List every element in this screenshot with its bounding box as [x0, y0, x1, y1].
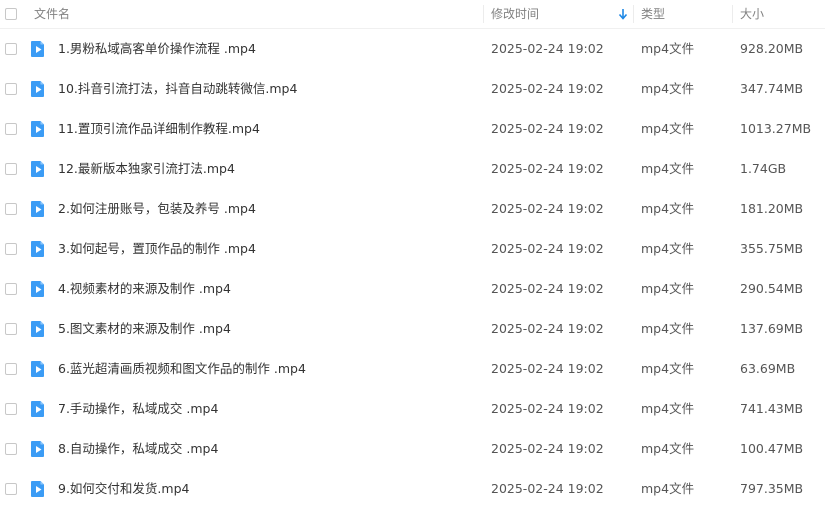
video-file-icon: [31, 281, 44, 297]
file-name[interactable]: 1.男粉私域高客单价操作流程 .mp4: [58, 29, 256, 69]
row-checkbox[interactable]: [5, 83, 17, 95]
select-all-checkbox[interactable]: [5, 8, 17, 20]
file-type: mp4文件: [641, 401, 695, 416]
video-file-icon: [31, 241, 44, 257]
file-name[interactable]: 6.蓝光超清画质视频和图文作品的制作 .mp4: [58, 349, 306, 389]
column-header-modified[interactable]: 修改时间: [491, 0, 539, 28]
file-modified-time: 2025-02-24 19:02: [491, 281, 604, 296]
file-row[interactable]: 5.图文素材的来源及制作 .mp4 2025-02-24 19:02 mp4文件…: [0, 309, 825, 349]
file-row[interactable]: 10.抖音引流打法，抖音自动跳转微信.mp4 2025-02-24 19:02 …: [0, 69, 825, 109]
file-row[interactable]: 1.男粉私域高客单价操作流程 .mp4 2025-02-24 19:02 mp4…: [0, 29, 825, 69]
sort-arrow-down-icon[interactable]: [618, 8, 628, 20]
file-name[interactable]: 9.如何交付和发货.mp4: [58, 469, 189, 509]
file-row[interactable]: 7.手动操作，私域成交 .mp4 2025-02-24 19:02 mp4文件 …: [0, 389, 825, 429]
file-row[interactable]: 6.蓝光超清画质视频和图文作品的制作 .mp4 2025-02-24 19:02…: [0, 349, 825, 389]
file-modified-time: 2025-02-24 19:02: [491, 481, 604, 496]
file-row[interactable]: 9.如何交付和发货.mp4 2025-02-24 19:02 mp4文件 797…: [0, 469, 825, 509]
row-checkbox[interactable]: [5, 163, 17, 175]
file-size: 797.35MB: [740, 481, 804, 496]
file-type: mp4文件: [641, 81, 695, 96]
row-checkbox[interactable]: [5, 243, 17, 255]
column-divider[interactable]: [732, 5, 733, 23]
file-type: mp4文件: [641, 121, 695, 136]
file-size: 100.47MB: [740, 441, 804, 456]
file-size: 1013.27MB: [740, 121, 812, 136]
column-divider[interactable]: [633, 5, 634, 23]
file-row[interactable]: 3.如何起号，置顶作品的制作 .mp4 2025-02-24 19:02 mp4…: [0, 229, 825, 269]
file-modified-time: 2025-02-24 19:02: [491, 161, 604, 176]
column-header-size[interactable]: 大小: [740, 0, 764, 28]
file-modified-time: 2025-02-24 19:02: [491, 361, 604, 376]
file-modified-time: 2025-02-24 19:02: [491, 81, 604, 96]
file-type: mp4文件: [641, 481, 695, 496]
column-header-name[interactable]: 文件名: [34, 0, 70, 28]
file-type: mp4文件: [641, 281, 695, 296]
file-name[interactable]: 12.最新版本独家引流打法.mp4: [58, 149, 235, 189]
file-name[interactable]: 8.自动操作，私域成交 .mp4: [58, 429, 218, 469]
video-file-icon: [31, 121, 44, 137]
file-modified-time: 2025-02-24 19:02: [491, 121, 604, 136]
file-name[interactable]: 4.视频素材的来源及制作 .mp4: [58, 269, 231, 309]
list-header: 文件名 修改时间 类型 大小: [0, 0, 825, 29]
video-file-icon: [31, 481, 44, 497]
file-name[interactable]: 10.抖音引流打法，抖音自动跳转微信.mp4: [58, 69, 297, 109]
file-list: 文件名 修改时间 类型 大小 1.男粉私域高客单价操作流程 .mp4 2025-…: [0, 0, 825, 509]
file-row[interactable]: 11.置顶引流作品详细制作教程.mp4 2025-02-24 19:02 mp4…: [0, 109, 825, 149]
file-row[interactable]: 2.如何注册账号，包装及养号 .mp4 2025-02-24 19:02 mp4…: [0, 189, 825, 229]
file-type: mp4文件: [641, 41, 695, 56]
file-name[interactable]: 11.置顶引流作品详细制作教程.mp4: [58, 109, 260, 149]
file-size: 290.54MB: [740, 281, 804, 296]
video-file-icon: [31, 81, 44, 97]
file-name[interactable]: 2.如何注册账号，包装及养号 .mp4: [58, 189, 256, 229]
file-modified-time: 2025-02-24 19:02: [491, 41, 604, 56]
file-name[interactable]: 3.如何起号，置顶作品的制作 .mp4: [58, 229, 256, 269]
video-file-icon: [31, 201, 44, 217]
file-name[interactable]: 5.图文素材的来源及制作 .mp4: [58, 309, 231, 349]
file-type: mp4文件: [641, 161, 695, 176]
file-size: 1.74GB: [740, 161, 787, 176]
file-size: 137.69MB: [740, 321, 804, 336]
row-checkbox[interactable]: [5, 403, 17, 415]
file-modified-time: 2025-02-24 19:02: [491, 441, 604, 456]
row-checkbox[interactable]: [5, 203, 17, 215]
file-type: mp4文件: [641, 441, 695, 456]
row-checkbox[interactable]: [5, 443, 17, 455]
video-file-icon: [31, 401, 44, 417]
video-file-icon: [31, 161, 44, 177]
column-divider[interactable]: [483, 5, 484, 23]
row-checkbox[interactable]: [5, 323, 17, 335]
row-checkbox[interactable]: [5, 363, 17, 375]
file-type: mp4文件: [641, 201, 695, 216]
file-size: 181.20MB: [740, 201, 804, 216]
file-type: mp4文件: [641, 241, 695, 256]
file-type: mp4文件: [641, 361, 695, 376]
file-name[interactable]: 7.手动操作，私域成交 .mp4: [58, 389, 218, 429]
video-file-icon: [31, 361, 44, 377]
file-modified-time: 2025-02-24 19:02: [491, 201, 604, 216]
file-size: 355.75MB: [740, 241, 804, 256]
file-modified-time: 2025-02-24 19:02: [491, 321, 604, 336]
column-header-type[interactable]: 类型: [641, 0, 665, 28]
file-size: 928.20MB: [740, 41, 804, 56]
row-checkbox[interactable]: [5, 123, 17, 135]
row-checkbox[interactable]: [5, 43, 17, 55]
file-modified-time: 2025-02-24 19:02: [491, 401, 604, 416]
file-rows: 1.男粉私域高客单价操作流程 .mp4 2025-02-24 19:02 mp4…: [0, 29, 825, 509]
video-file-icon: [31, 41, 44, 57]
file-size: 63.69MB: [740, 361, 796, 376]
row-checkbox[interactable]: [5, 283, 17, 295]
video-file-icon: [31, 441, 44, 457]
file-row[interactable]: 12.最新版本独家引流打法.mp4 2025-02-24 19:02 mp4文件…: [0, 149, 825, 189]
file-size: 741.43MB: [740, 401, 804, 416]
file-row[interactable]: 8.自动操作，私域成交 .mp4 2025-02-24 19:02 mp4文件 …: [0, 429, 825, 469]
file-row[interactable]: 4.视频素材的来源及制作 .mp4 2025-02-24 19:02 mp4文件…: [0, 269, 825, 309]
file-modified-time: 2025-02-24 19:02: [491, 241, 604, 256]
video-file-icon: [31, 321, 44, 337]
file-size: 347.74MB: [740, 81, 804, 96]
file-type: mp4文件: [641, 321, 695, 336]
row-checkbox[interactable]: [5, 483, 17, 495]
